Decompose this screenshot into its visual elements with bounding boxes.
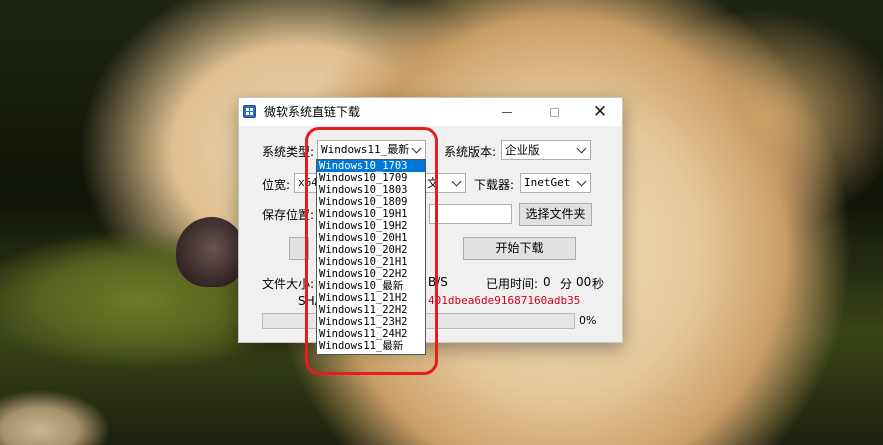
- system-version-label: 系统版本:: [444, 145, 497, 159]
- system-version-value: 企业版: [505, 143, 540, 157]
- elapsed-minutes: 0: [543, 275, 551, 289]
- maximize-button[interactable]: [537, 100, 571, 124]
- choose-folder-button[interactable]: 选择文件夹: [519, 203, 592, 226]
- elapsed-seconds: 00: [576, 275, 592, 289]
- minimize-icon: [502, 111, 512, 113]
- chevron-down-icon: [576, 176, 587, 187]
- title-bar[interactable]: 微软系统直链下载 ✕: [239, 98, 622, 126]
- app-icon: [243, 105, 256, 118]
- minimize-button[interactable]: [490, 100, 524, 124]
- system-version-select[interactable]: 企业版: [501, 140, 591, 160]
- maximize-icon: [549, 107, 559, 117]
- seconds-unit: 秒: [592, 277, 605, 291]
- elapsed-label: 已用时间:: [486, 277, 539, 291]
- wallpaper-dog-nose: [176, 217, 244, 287]
- highlight-annotation: [305, 127, 438, 375]
- chevron-down-icon: [451, 176, 462, 187]
- close-button[interactable]: ✕: [583, 100, 617, 124]
- arch-label: 位宽:: [262, 178, 291, 192]
- downloader-label: 下载器:: [474, 178, 515, 192]
- chevron-down-icon: [576, 143, 587, 154]
- downloader-value: InetGet: [524, 176, 571, 189]
- start-download-button[interactable]: 开始下载: [463, 237, 576, 260]
- sha-value: 401dbea6de91687160adb35: [428, 294, 581, 307]
- downloader-select[interactable]: InetGet: [520, 173, 591, 193]
- minutes-unit: 分: [560, 277, 573, 291]
- progress-percent: 0%: [579, 314, 597, 327]
- window-title: 微软系统直链下载: [264, 105, 361, 119]
- save-location-input[interactable]: [429, 204, 512, 224]
- close-icon: ✕: [592, 101, 608, 122]
